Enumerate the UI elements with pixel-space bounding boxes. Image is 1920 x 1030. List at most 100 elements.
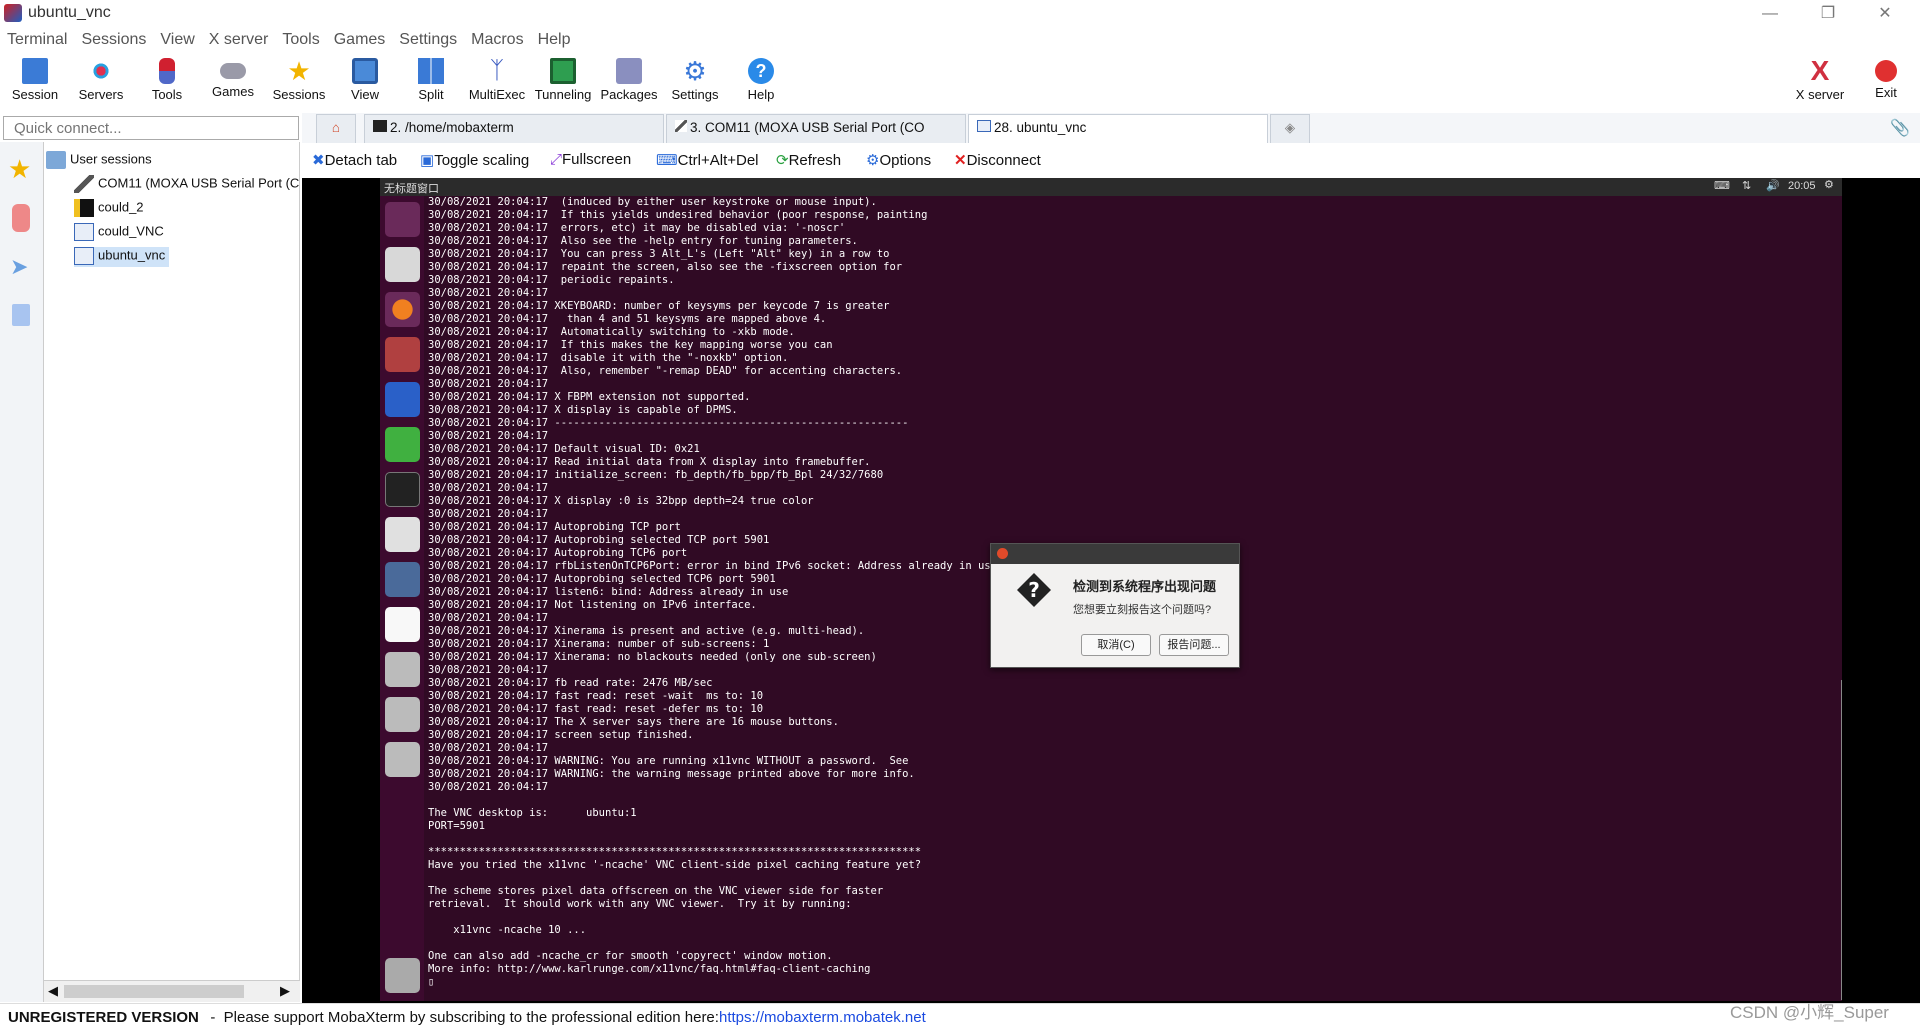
exit-button[interactable]: Exit	[1853, 55, 1919, 112]
network-indicator-icon[interactable]: ⇅	[1742, 179, 1751, 192]
drive-icon[interactable]	[385, 652, 420, 687]
tunneling-button[interactable]: Tunneling	[530, 55, 596, 112]
menu-view[interactable]: View	[153, 29, 201, 51]
remote-desktop-icon[interactable]	[385, 562, 420, 597]
tools-button[interactable]: Tools	[134, 55, 200, 112]
tunneling-label: Tunneling	[534, 87, 592, 102]
ctrl-alt-del-button[interactable]: ⌨Ctrl+Alt+Del	[656, 151, 759, 169]
dialog-close-icon[interactable]	[997, 548, 1008, 559]
text-editor-icon[interactable]	[385, 517, 420, 552]
session-button[interactable]: Session	[2, 55, 68, 112]
servers-button[interactable]: Servers	[68, 55, 134, 112]
tree-item-could-2[interactable]: could_2	[74, 199, 144, 219]
quick-connect-input[interactable]	[3, 116, 299, 140]
trash-icon[interactable]	[385, 958, 420, 993]
remote-window-title: 无标题窗口	[384, 183, 439, 195]
terminal-line: 30/08/2021 20:04:17	[428, 378, 549, 390]
new-tab-icon: ◈	[1284, 120, 1296, 135]
firefox-icon[interactable]	[385, 292, 420, 327]
view-button[interactable]: View	[332, 55, 398, 112]
help-button[interactable]: ? Help	[728, 55, 794, 112]
sessions-button[interactable]: ★ Sessions	[266, 55, 332, 112]
menu-macros[interactable]: Macros	[464, 29, 530, 51]
star-icon[interactable]: ★	[8, 154, 31, 185]
menu-x-server[interactable]: X server	[202, 29, 276, 51]
tab-home[interactable]: ⌂	[316, 114, 356, 143]
terminal-app-icon[interactable]	[385, 472, 420, 507]
settings-button[interactable]: ⚙ Settings	[662, 55, 728, 112]
mobatek-link[interactable]: https://mobaxterm.mobatek.net	[719, 1009, 926, 1026]
packages-icon	[616, 58, 642, 84]
x-server-button[interactable]: X X server	[1787, 55, 1853, 112]
options-button[interactable]: ⚙Options	[866, 151, 931, 169]
games-label: Games	[212, 84, 254, 99]
tab-mobaxterm[interactable]: 2. /home/mobaxterm	[364, 114, 664, 143]
packages-button[interactable]: Packages	[596, 55, 662, 112]
question-icon: ?	[1017, 573, 1051, 607]
multiexec-button[interactable]: ᛉ MultiExec	[464, 55, 530, 112]
menu-games[interactable]: Games	[327, 29, 393, 51]
servers-icon	[88, 58, 114, 84]
toggle-scaling-button[interactable]: ▣Toggle scaling	[420, 151, 529, 169]
menu-help[interactable]: Help	[531, 29, 578, 51]
restore-button[interactable]: ❐	[1808, 3, 1848, 25]
paperclip-icon[interactable]: 📎	[1890, 118, 1910, 138]
close-window-button[interactable]: ✕	[1865, 3, 1905, 25]
fullscreen-button[interactable]: ⤢Fullscreen	[550, 151, 631, 168]
dialog-report-button[interactable]: 报告问题...	[1159, 634, 1229, 656]
packages-label: Packages	[600, 87, 658, 102]
app-icon	[4, 4, 22, 22]
scroll-right-icon[interactable]: ▶	[280, 983, 290, 999]
terminal-line: 30/08/2021 20:04:17 (induced by either u…	[428, 196, 877, 208]
tab-com11[interactable]: 3. COM11 (MOXA USB Serial Port (CO	[666, 114, 966, 143]
split-button[interactable]: Split	[398, 55, 464, 112]
menu-settings[interactable]: Settings	[392, 29, 464, 51]
scaling-icon: ▣	[420, 152, 435, 169]
wps-writer-icon[interactable]	[385, 382, 420, 417]
macro-icon[interactable]	[12, 304, 30, 326]
terminal-line: 30/08/2021 20:04:17 than 4 and 51 keysym…	[428, 313, 827, 325]
session-label: Session	[11, 87, 59, 102]
drive-icon[interactable]	[385, 742, 420, 777]
qt-creator-icon[interactable]	[385, 427, 420, 462]
menu-terminal[interactable]: Terminal	[0, 29, 74, 51]
tree-item-could-vnc[interactable]: could_VNC	[74, 223, 164, 243]
system-settings-icon[interactable]	[385, 337, 420, 372]
scroll-left-icon[interactable]: ◀	[48, 983, 58, 999]
terminal-scrollbar[interactable]	[1841, 680, 1842, 1000]
scroll-thumb[interactable]	[64, 985, 244, 998]
ctrl-alt-del-label: Ctrl+Alt+Del	[677, 152, 759, 169]
dash-icon[interactable]	[385, 202, 420, 237]
tab-ubuntu-vnc[interactable]: 28. ubuntu_vnc	[968, 114, 1268, 143]
tree-root-user-sessions[interactable]: User sessions	[46, 151, 152, 171]
volume-indicator-icon[interactable]: 🔊	[1766, 179, 1780, 192]
tree-item-com11[interactable]: COM11 (MOXA USB Serial Port (C	[74, 175, 299, 195]
games-button[interactable]: Games	[200, 55, 266, 112]
x-server-icon: X	[1810, 55, 1830, 86]
status-bar: UNREGISTERED VERSION - Please support Mo…	[0, 1003, 1920, 1030]
files-icon[interactable]	[385, 247, 420, 282]
dialog-cancel-button[interactable]: 取消(C)	[1081, 634, 1151, 656]
disconnect-button[interactable]: ✕Disconnect	[954, 151, 1041, 169]
terminal-line: 30/08/2021 20:04:17 repaint the screen, …	[428, 261, 903, 273]
refresh-button[interactable]: ⟳Refresh	[776, 151, 841, 169]
tree-item-ubuntu-vnc[interactable]: ubuntu_vnc	[74, 247, 170, 267]
drive-icon[interactable]	[385, 697, 420, 732]
new-tab-button[interactable]: ◈	[1270, 114, 1310, 143]
send-icon[interactable]: ➤	[10, 254, 28, 280]
minimize-button[interactable]: —	[1750, 3, 1790, 25]
terminal-line: One can also add -ncache_cr for smooth '…	[428, 950, 833, 962]
amazon-icon[interactable]	[385, 607, 420, 642]
tree-horizontal-scrollbar[interactable]: ◀ ▶	[44, 980, 300, 1002]
tools-tab-icon[interactable]	[12, 204, 30, 232]
tree-root-label: User sessions	[70, 151, 152, 167]
menu-tools[interactable]: Tools	[275, 29, 326, 51]
keyboard-indicator-icon[interactable]: ⌨	[1714, 179, 1730, 192]
menu-sessions[interactable]: Sessions	[74, 29, 153, 51]
power-menu-icon[interactable]: ⚙	[1824, 178, 1834, 191]
clock[interactable]: 20:05	[1788, 180, 1816, 192]
fullscreen-label: Fullscreen	[562, 151, 632, 168]
terminal-line: 30/08/2021 20:04:17 errors, etc) it may …	[428, 222, 846, 234]
detach-tab-button[interactable]: ✖Detach tab	[312, 151, 397, 169]
